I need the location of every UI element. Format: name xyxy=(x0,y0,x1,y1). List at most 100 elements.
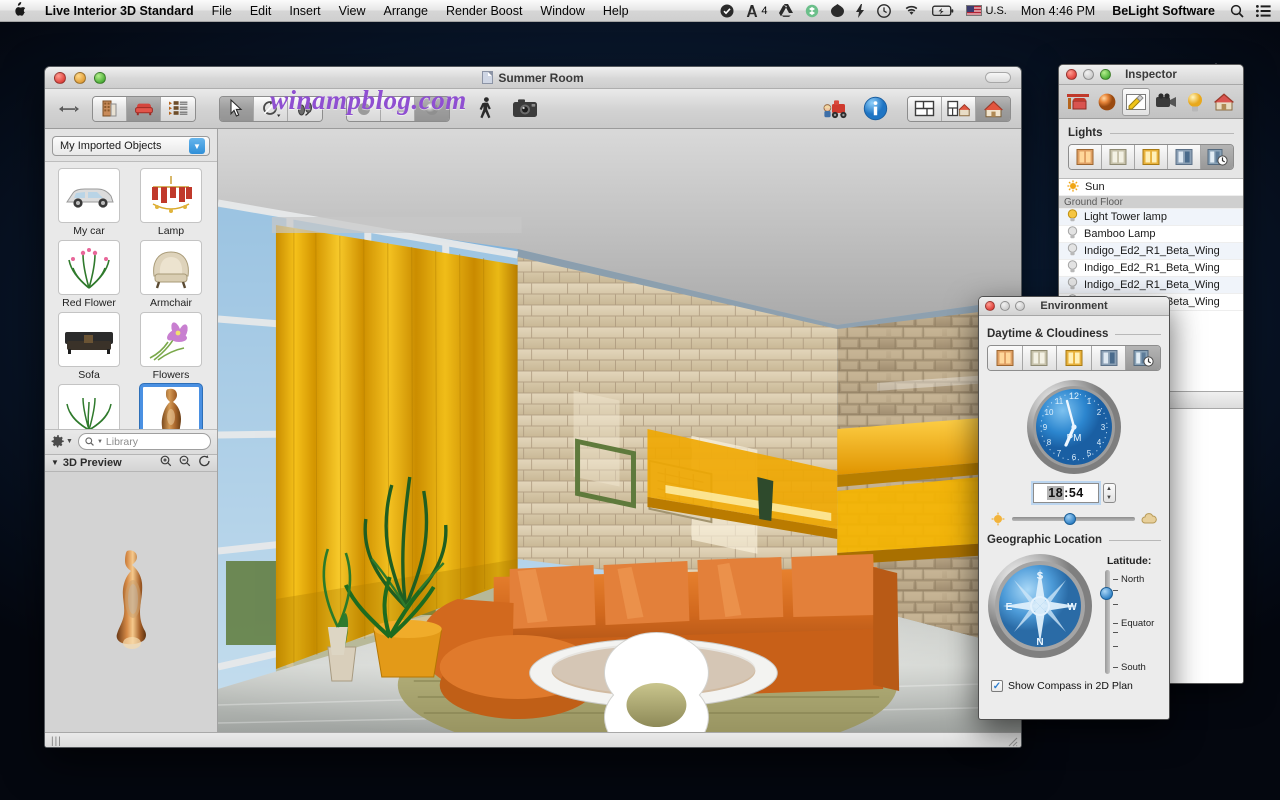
inspector-titlebar[interactable]: Inspector xyxy=(1059,65,1243,85)
walkthrough-icon[interactable] xyxy=(471,95,501,123)
adobe-icon[interactable]: 4 xyxy=(740,0,773,22)
render-engine-icon[interactable] xyxy=(821,95,851,123)
compass-icon[interactable]: S N E W xyxy=(987,553,1093,674)
cloudiness-track[interactable] xyxy=(1012,512,1135,525)
light-list-item[interactable]: Bamboo Lamp xyxy=(1059,226,1243,243)
search-icon[interactable] xyxy=(1224,0,1250,22)
show-compass-checkbox-row[interactable]: ✓ Show Compass in 2D Plan xyxy=(991,680,1161,692)
library-category-dropdown[interactable]: My Imported Objects ▼ xyxy=(52,136,210,156)
inspector-preset-warm-light-icon[interactable] xyxy=(1069,145,1102,169)
camera-inspector-icon[interactable] xyxy=(1152,88,1180,116)
stepper-up-icon[interactable]: ▲ xyxy=(1106,486,1112,492)
list-icon[interactable] xyxy=(1250,0,1280,22)
light-inspector-icon[interactable] xyxy=(1181,88,1209,116)
library-item[interactable]: Sofa xyxy=(49,312,129,381)
analog-clock-icon[interactable]: 12 1 2 3 4 5 6 7 8 9 10 11 PM xyxy=(987,379,1161,475)
split-view-icon[interactable] xyxy=(942,96,976,121)
zoom-in-icon[interactable] xyxy=(160,455,172,470)
info-icon[interactable] xyxy=(860,95,890,123)
wifi-icon[interactable] xyxy=(897,0,926,22)
pointer-icon[interactable] xyxy=(220,96,254,121)
library-item[interactable]: Bush xyxy=(49,384,129,429)
inspector-preset-bright-light-icon[interactable] xyxy=(1135,145,1168,169)
inspector-preset-neutral-light-icon[interactable] xyxy=(1102,145,1135,169)
3d-view-icon[interactable] xyxy=(976,96,1010,121)
stepper-down-icon[interactable]: ▼ xyxy=(1106,495,1112,501)
search-input[interactable]: ▼ Library xyxy=(77,433,211,450)
site-inspector-icon[interactable] xyxy=(1210,88,1238,116)
menu-edit[interactable]: Edit xyxy=(241,0,281,22)
library-item[interactable]: Red Flower xyxy=(49,240,129,309)
walk-tool-icon[interactable] xyxy=(288,96,322,121)
apple-menu-icon[interactable] xyxy=(0,1,36,19)
camera-icon[interactable] xyxy=(510,95,540,123)
environment-preset-bright-light-icon[interactable] xyxy=(1057,346,1092,370)
flash-icon[interactable] xyxy=(850,0,871,22)
latitude-knob[interactable] xyxy=(1100,587,1113,600)
edit-inspector-icon[interactable] xyxy=(1122,87,1151,116)
triangle-down-icon[interactable]: ▼ xyxy=(51,458,59,467)
library-item[interactable]: My car xyxy=(49,168,129,237)
latitude-slider[interactable]: North Equator South xyxy=(1099,570,1154,674)
battery-icon[interactable] xyxy=(926,0,960,22)
library-item[interactable]: Flowers xyxy=(131,312,211,381)
menu-view[interactable]: View xyxy=(330,0,375,22)
environment-preset-auto-time-light-icon[interactable] xyxy=(1126,346,1160,370)
environment-preset-neutral-light-icon[interactable] xyxy=(1022,346,1058,370)
light-list-item[interactable]: Indigo_Ed2_R1_Beta_Wing xyxy=(1059,243,1243,260)
inspector-preset-auto-time-light-icon[interactable] xyxy=(1201,145,1233,169)
zoom-out-icon[interactable] xyxy=(179,455,191,470)
google-drive-icon[interactable] xyxy=(773,0,799,22)
flat-shade-icon[interactable] xyxy=(347,96,381,121)
light-list-item[interactable]: Indigo_Ed2_R1_Beta_Wing xyxy=(1059,277,1243,294)
light-list-item[interactable]: Indigo_Ed2_R1_Beta_Wing xyxy=(1059,260,1243,277)
light-list-item[interactable]: Sun xyxy=(1059,179,1243,196)
library-item[interactable]: Lamp xyxy=(131,168,211,237)
resize-grip-icon[interactable] xyxy=(1007,736,1018,747)
gouraud-shade-icon[interactable] xyxy=(381,96,415,121)
menu-insert[interactable]: Insert xyxy=(280,0,329,22)
input-locale-flag[interactable]: U.S. xyxy=(960,0,1012,22)
time-machine-icon[interactable] xyxy=(871,0,897,22)
list-icon[interactable] xyxy=(161,96,195,121)
time-input[interactable]: 18:54 xyxy=(1032,483,1099,503)
light-list-item[interactable]: Light Tower lamp xyxy=(1059,209,1243,226)
environment-preset-cool-light-icon[interactable] xyxy=(1091,346,1127,370)
status-grip[interactable]: ||| xyxy=(51,736,62,747)
rotate-icon[interactable] xyxy=(198,455,211,470)
gear-icon[interactable]: ▼ xyxy=(51,434,73,449)
time-minutes[interactable]: 54 xyxy=(1069,486,1084,500)
building-icon[interactable] xyxy=(93,96,127,121)
window-titlebar[interactable]: Summer Room xyxy=(45,67,1021,89)
time-stepper[interactable]: ▲ ▼ xyxy=(1102,483,1116,503)
object-inspector-icon[interactable] xyxy=(1064,88,1092,116)
inspector-preset-cool-light-icon[interactable] xyxy=(1168,145,1201,169)
2d-plan-view-icon[interactable] xyxy=(908,96,942,121)
checkmark-circle-icon[interactable] xyxy=(714,0,740,22)
furniture-icon[interactable] xyxy=(127,96,161,121)
menu-window[interactable]: Window xyxy=(531,0,593,22)
menu-file[interactable]: File xyxy=(203,0,241,22)
menu-app-name[interactable]: Live Interior 3D Standard xyxy=(36,0,203,22)
render-shade-icon[interactable] xyxy=(415,96,449,121)
show-compass-checkbox[interactable]: ✓ xyxy=(991,680,1003,692)
environment-titlebar[interactable]: Environment xyxy=(979,297,1169,316)
menu-clock[interactable]: Mon 4:46 PM xyxy=(1013,4,1103,18)
viewport-3d[interactable] xyxy=(218,129,1021,732)
latitude-track[interactable] xyxy=(1105,570,1110,674)
cloudiness-slider[interactable] xyxy=(991,512,1157,526)
cloudiness-knob[interactable] xyxy=(1063,512,1076,525)
time-hours[interactable]: 18 xyxy=(1047,486,1065,500)
rotate-icon[interactable] xyxy=(254,96,288,121)
dropbox-icon[interactable] xyxy=(799,0,825,22)
menu-help[interactable]: Help xyxy=(594,0,638,22)
toolbar-toggle-button[interactable] xyxy=(985,72,1011,83)
arrows-left-right-icon[interactable] xyxy=(55,101,83,117)
material-inspector-icon[interactable] xyxy=(1093,88,1121,116)
evernote-icon[interactable] xyxy=(825,0,850,22)
menu-user-name[interactable]: BeLight Software xyxy=(1103,4,1224,18)
library-item[interactable]: Statue xyxy=(131,384,211,429)
menu-render-boost[interactable]: Render Boost xyxy=(437,0,531,22)
preview-3d-canvas[interactable] xyxy=(45,471,217,732)
library-item[interactable]: Armchair xyxy=(131,240,211,309)
